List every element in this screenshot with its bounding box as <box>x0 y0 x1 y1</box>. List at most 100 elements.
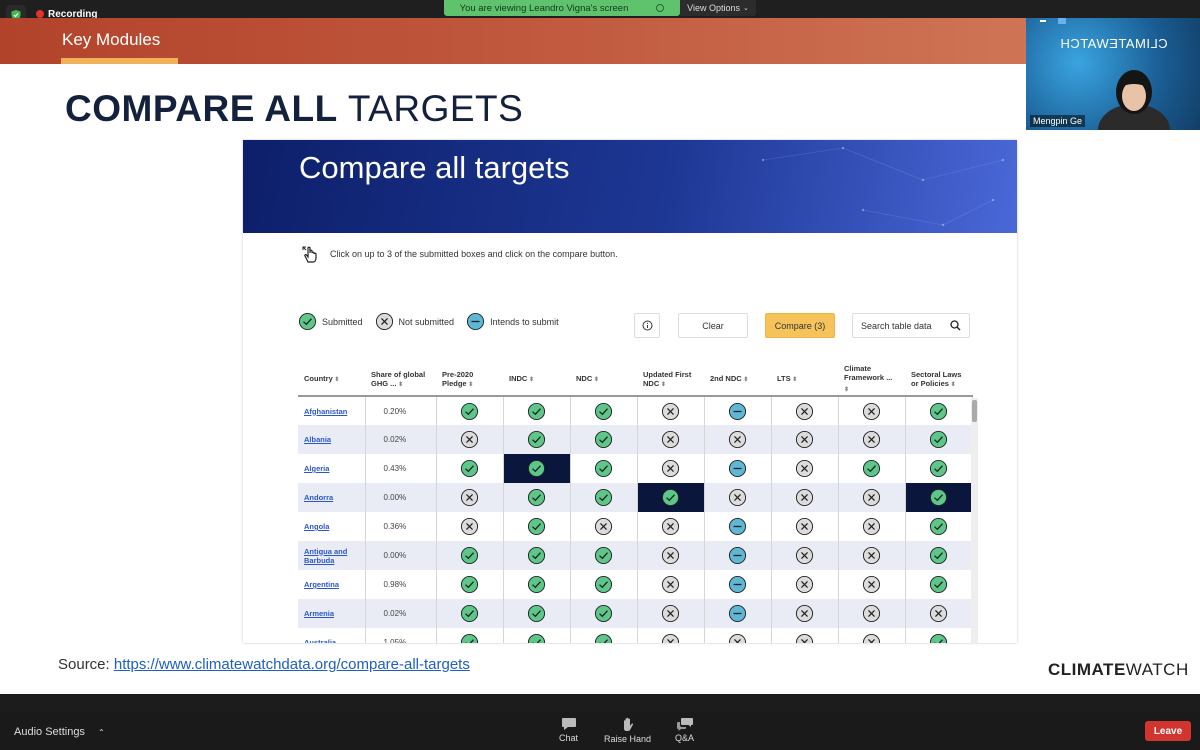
status-cell[interactable] <box>905 454 973 483</box>
country-link[interactable]: Antigua and Barbuda <box>304 547 347 565</box>
status-cell[interactable] <box>838 454 906 483</box>
status-cell[interactable] <box>905 483 973 512</box>
status-cell[interactable] <box>570 541 638 570</box>
status-cell[interactable] <box>905 512 973 541</box>
status-cell[interactable] <box>436 599 504 628</box>
source-link[interactable]: https://www.climatewatchdata.org/compare… <box>114 656 470 673</box>
status-cell[interactable] <box>503 541 571 570</box>
column-header[interactable]: Climate Framework ... ⬍ <box>838 364 905 397</box>
status-cell[interactable] <box>905 425 973 454</box>
sort-icon[interactable]: ⬍ <box>333 377 339 383</box>
status-cell[interactable] <box>905 628 973 643</box>
status-cell[interactable] <box>436 454 504 483</box>
audio-settings-button[interactable]: Audio Settings ⌃ <box>14 726 105 738</box>
x-circle-icon <box>661 459 680 478</box>
status-cell[interactable] <box>637 483 705 512</box>
country-link[interactable]: Armenia <box>304 609 334 618</box>
sort-icon[interactable]: ⬍ <box>844 387 849 393</box>
column-header[interactable]: Updated First NDC ⬍ <box>637 364 704 397</box>
clear-button[interactable]: Clear <box>678 313 748 338</box>
status-cell[interactable] <box>905 541 973 570</box>
status-cell[interactable] <box>905 570 973 599</box>
participant-video[interactable]: CLIMATEWATCH Mengpin Ge <box>1026 18 1200 130</box>
status-cell <box>905 599 973 628</box>
status-cell[interactable] <box>436 570 504 599</box>
brand-bold: CLIMATE <box>1048 660 1126 679</box>
column-header[interactable]: Sectoral Laws or Policies ⬍ <box>905 364 972 397</box>
status-cell[interactable] <box>503 454 571 483</box>
status-cell[interactable] <box>503 483 571 512</box>
column-header[interactable]: LTS ⬍ <box>771 364 838 397</box>
country-link[interactable]: Afghanistan <box>304 407 347 416</box>
column-header[interactable]: INDC ⬍ <box>503 364 570 397</box>
status-cell[interactable] <box>436 541 504 570</box>
scrollbar-thumb[interactable] <box>972 400 977 422</box>
status-cell[interactable] <box>503 599 571 628</box>
sort-icon[interactable]: ⬍ <box>467 382 473 388</box>
status-cell[interactable] <box>503 628 571 643</box>
status-cell[interactable] <box>503 512 571 541</box>
country-cell: Angola <box>298 512 366 541</box>
column-header[interactable]: Pre-2020 Pledge ⬍ <box>436 364 503 397</box>
status-cell <box>637 396 705 425</box>
country-link[interactable]: Argentina <box>304 580 339 589</box>
expand-video-icon[interactable] <box>1058 18 1066 24</box>
chat-button[interactable]: Chat <box>559 717 578 743</box>
status-cell[interactable] <box>570 396 638 425</box>
status-cell[interactable] <box>503 425 571 454</box>
country-link[interactable]: Australia <box>304 638 336 643</box>
sort-icon[interactable]: ⬍ <box>791 377 797 383</box>
status-cell[interactable] <box>503 570 571 599</box>
sort-icon[interactable]: ⬍ <box>527 377 534 383</box>
status-cell[interactable] <box>503 396 571 425</box>
qa-icon <box>676 718 693 731</box>
info-button[interactable] <box>634 313 660 338</box>
minimize-video-icon[interactable] <box>1040 20 1046 22</box>
sort-icon[interactable]: ⬍ <box>742 377 748 383</box>
x-circle-icon <box>728 488 747 507</box>
minus-circle-icon <box>728 604 747 623</box>
sort-icon[interactable]: ⬍ <box>949 382 956 388</box>
status-cell <box>771 541 839 570</box>
column-header[interactable]: Country ⬍ <box>298 364 365 397</box>
meeting-toolbar: Audio Settings ⌃ Chat Raise Hand Q&A Lea… <box>0 712 1200 750</box>
search-input[interactable]: Search table data <box>852 313 970 338</box>
status-cell[interactable] <box>570 425 638 454</box>
compare-button[interactable]: Compare (3) <box>765 313 835 338</box>
column-header[interactable]: 2nd NDC ⬍ <box>704 364 771 397</box>
x-circle-icon <box>460 517 479 536</box>
table-row: Australia 1.05% <box>298 628 973 643</box>
status-cell <box>771 483 839 512</box>
share-cell: 0.36% <box>365 512 437 541</box>
column-header[interactable]: NDC ⬍ <box>570 364 637 397</box>
status-cell[interactable] <box>905 396 973 425</box>
sort-icon[interactable]: ⬍ <box>592 377 599 383</box>
status-cell[interactable] <box>436 396 504 425</box>
minus-circle-icon <box>728 517 747 536</box>
column-header[interactable]: Share of global GHG ... ⬍ <box>365 364 436 397</box>
x-circle-icon <box>795 459 814 478</box>
table-scrollbar[interactable] <box>971 398 978 643</box>
country-link[interactable]: Andorra <box>304 493 333 502</box>
status-cell[interactable] <box>570 570 638 599</box>
status-cell[interactable] <box>570 628 638 643</box>
x-circle-icon <box>862 402 881 420</box>
column-header-label: NDC <box>576 374 593 383</box>
sort-icon[interactable]: ⬍ <box>396 382 403 388</box>
leave-button[interactable]: Leave <box>1145 721 1191 741</box>
country-link[interactable]: Algeria <box>304 464 329 473</box>
source-label: Source: <box>58 656 110 673</box>
status-cell[interactable] <box>570 599 638 628</box>
status-cell[interactable] <box>436 628 504 643</box>
status-cell <box>838 512 906 541</box>
qa-button[interactable]: Q&A <box>675 717 694 743</box>
x-circle-icon <box>862 488 881 507</box>
country-link[interactable]: Albania <box>304 435 331 444</box>
hero-banner: Compare all targets <box>243 140 1017 233</box>
country-link[interactable]: Angola <box>304 522 329 531</box>
status-cell[interactable] <box>570 483 638 512</box>
status-cell[interactable] <box>570 454 638 483</box>
view-options-button[interactable]: View Options ⌄ <box>680 0 756 16</box>
raise-hand-button[interactable]: Raise Hand <box>604 717 651 744</box>
sort-icon[interactable]: ⬍ <box>659 382 666 388</box>
